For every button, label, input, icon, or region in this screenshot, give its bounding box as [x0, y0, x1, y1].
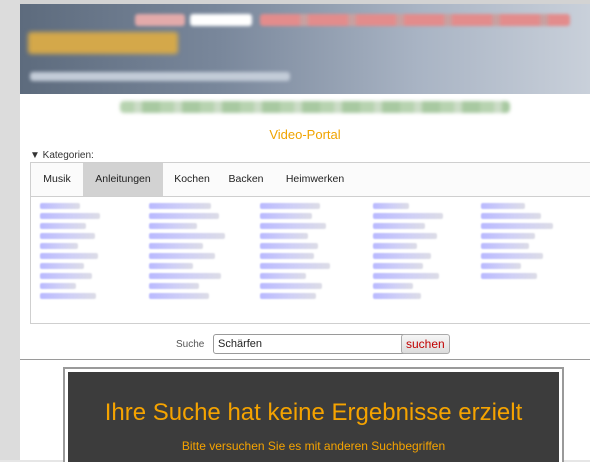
blurred-subtitle	[120, 101, 510, 113]
blurred-link[interactable]	[260, 253, 314, 259]
blurred-link[interactable]	[481, 233, 535, 239]
blurred-link[interactable]	[481, 213, 541, 219]
blurred-nav-link[interactable]	[260, 14, 570, 26]
blurred-tagline	[30, 72, 290, 81]
page-content: Video-Portal ▼ Kategorien: Musik Anleitu…	[20, 0, 590, 462]
tab-anleitungen[interactable]: Anleitungen	[83, 163, 163, 196]
blurred-link[interactable]	[481, 263, 521, 269]
blurred-nav-link[interactable]	[135, 14, 185, 26]
no-results-hint: Bitte versuchen Sie es mit anderen Suchb…	[181, 439, 446, 453]
categories-panel: Musik Anleitungen Kochen Backen Heimwerk…	[30, 162, 590, 324]
tab-heimwerken[interactable]: Heimwerken	[275, 163, 355, 196]
blurred-link[interactable]	[40, 293, 96, 299]
blurred-link[interactable]	[481, 203, 525, 209]
header-banner	[20, 4, 590, 94]
blurred-link[interactable]	[149, 293, 209, 299]
search-button[interactable]: suchen	[401, 334, 450, 354]
search-label: Suche	[176, 339, 205, 350]
blurred-link[interactable]	[40, 203, 80, 209]
blurred-link[interactable]	[481, 253, 543, 259]
blurred-link[interactable]	[373, 283, 413, 289]
categories-toggle[interactable]: ▼ Kategorien:	[30, 150, 94, 161]
blurred-link[interactable]	[481, 273, 537, 279]
blurred-link[interactable]	[373, 273, 439, 279]
blurred-link[interactable]	[260, 273, 306, 279]
blurred-link-column	[373, 203, 453, 303]
no-results-box: Ihre Suche hat keine Ergebnisse erzielt …	[68, 372, 559, 462]
blurred-link[interactable]	[260, 293, 316, 299]
section-divider	[20, 359, 590, 360]
tab-musik[interactable]: Musik	[31, 163, 83, 196]
blurred-link[interactable]	[149, 213, 219, 219]
blurred-link[interactable]	[149, 233, 225, 239]
blurred-link[interactable]	[260, 233, 308, 239]
blurred-link[interactable]	[149, 283, 199, 289]
blurred-link[interactable]	[149, 253, 215, 259]
blurred-link[interactable]	[40, 243, 78, 249]
blurred-link[interactable]	[40, 283, 76, 289]
blurred-link[interactable]	[149, 223, 197, 229]
blurred-link[interactable]	[481, 243, 529, 249]
blurred-link-column	[481, 203, 561, 283]
blurred-link[interactable]	[373, 243, 417, 249]
blurred-link[interactable]	[40, 213, 100, 219]
blurred-nav-link[interactable]	[190, 14, 252, 26]
blurred-link[interactable]	[373, 203, 409, 209]
page-side-margin	[0, 0, 20, 460]
blurred-link[interactable]	[260, 223, 326, 229]
blurred-link[interactable]	[40, 253, 98, 259]
blurred-link[interactable]	[373, 223, 425, 229]
blurred-link[interactable]	[373, 293, 421, 299]
search-input[interactable]	[213, 334, 407, 354]
blurred-link-column	[40, 203, 120, 303]
blurred-link[interactable]	[373, 213, 443, 219]
blurred-link[interactable]	[260, 213, 312, 219]
result-frame: Ihre Suche hat keine Ergebnisse erzielt …	[63, 367, 564, 462]
blurred-link[interactable]	[40, 233, 95, 239]
blurred-link[interactable]	[149, 263, 193, 269]
blurred-link[interactable]	[260, 283, 322, 289]
no-results-title: Ihre Suche hat keine Ergebnisse erzielt	[104, 399, 523, 426]
blurred-link[interactable]	[260, 263, 330, 269]
tab-kochen[interactable]: Kochen	[165, 163, 219, 196]
blurred-link[interactable]	[373, 253, 431, 259]
blurred-link[interactable]	[481, 223, 553, 229]
blurred-link[interactable]	[40, 273, 92, 279]
blurred-site-logo	[28, 32, 178, 54]
blurred-link[interactable]	[260, 203, 320, 209]
blurred-link[interactable]	[149, 243, 203, 249]
blurred-link[interactable]	[373, 263, 423, 269]
tab-backen[interactable]: Backen	[221, 163, 271, 196]
blurred-link[interactable]	[260, 243, 318, 249]
blurred-link[interactable]	[40, 223, 86, 229]
category-tabs: Musik Anleitungen Kochen Backen Heimwerk…	[31, 163, 590, 197]
blurred-link[interactable]	[149, 203, 211, 209]
blurred-link[interactable]	[40, 263, 84, 269]
blurred-link[interactable]	[149, 273, 221, 279]
blurred-link-column	[260, 203, 340, 303]
blurred-link[interactable]	[373, 233, 437, 239]
blurred-link-column	[149, 203, 229, 303]
portal-title: Video-Portal	[269, 127, 341, 142]
